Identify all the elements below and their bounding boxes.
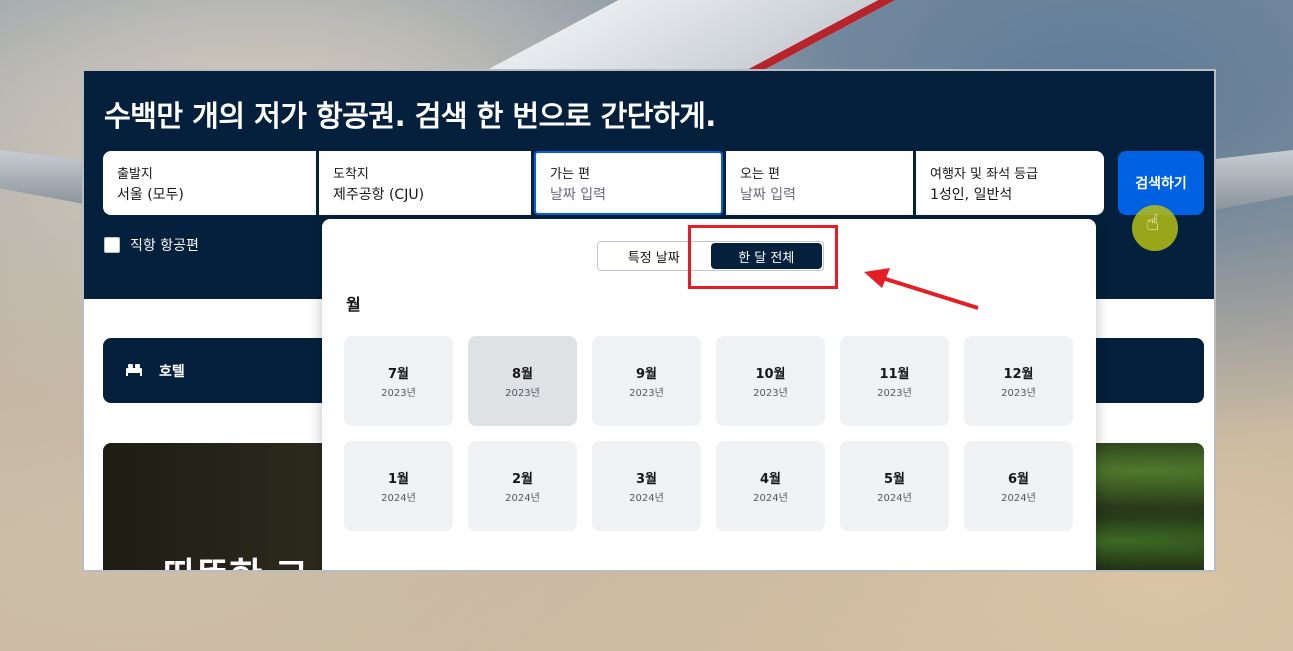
direct-flights-option[interactable]: 직항 항공편 (104, 235, 199, 255)
month-name: 2월 (511, 472, 533, 487)
month-name: 3월 (635, 472, 657, 487)
month-name: 8월 (511, 367, 533, 382)
month-cell[interactable]: 12월 2023년 (964, 336, 1073, 426)
return-label: 오는 편 (740, 167, 781, 182)
month-name: 4월 (759, 472, 781, 487)
page-title: 수백만 개의 저가 항공권. 검색 한 번으로 간단하게. (104, 99, 716, 133)
month-cell[interactable]: 9월 2023년 (592, 336, 701, 426)
month-cell[interactable]: 3월 2024년 (592, 441, 701, 531)
hotel-label: 호텔 (159, 363, 185, 380)
month-name: 7월 (387, 367, 409, 382)
month-name: 9월 (635, 367, 657, 382)
month-cell[interactable]: 11월 2023년 (840, 336, 949, 426)
month-name: 6월 (1007, 472, 1029, 487)
month-year: 2023년 (381, 388, 416, 399)
return-placeholder: 날짜 입력 (740, 187, 796, 203)
destination-value: 제주공항 (CJU) (333, 187, 425, 203)
travellers-value: 1성인, 일반석 (930, 187, 1013, 203)
origin-label: 출발지 (117, 167, 153, 182)
month-name: 11월 (879, 367, 910, 382)
month-year: 2023년 (505, 388, 540, 399)
screenshot-frame: 수백만 개의 저가 항공권. 검색 한 번으로 간단하게. 출발지 서울 (모두… (82, 69, 1216, 572)
origin-value: 서울 (모두) (117, 187, 184, 203)
origin-field[interactable]: 출발지 서울 (모두) (103, 151, 316, 215)
month-year: 2024년 (877, 493, 912, 504)
month-cell[interactable]: 1월 2024년 (344, 441, 453, 531)
month-name: 10월 (755, 367, 786, 382)
depart-placeholder: 날짜 입력 (550, 187, 606, 203)
depart-date-field[interactable]: 가는 편 날짜 입력 (534, 151, 723, 215)
month-cell[interactable]: 6월 2024년 (964, 441, 1073, 531)
month-cell[interactable]: 7월 2023년 (344, 336, 453, 426)
month-cell-selected[interactable]: 8월 2023년 (468, 336, 577, 426)
promo-title: 따뜻한 고 (163, 547, 308, 570)
month-year: 2024년 (753, 493, 788, 504)
direct-flights-checkbox[interactable] (104, 237, 120, 253)
annotation-highlight-box (688, 225, 838, 289)
bed-icon (125, 361, 143, 380)
month-year: 2024년 (629, 493, 664, 504)
destination-field[interactable]: 도착지 제주공항 (CJU) (319, 151, 531, 215)
month-cell[interactable]: 2월 2024년 (468, 441, 577, 531)
airplane-wing-right (1215, 150, 1293, 210)
month-grid: 7월 2023년 8월 2023년 9월 2023년 10월 2023년 11월 2023… (344, 336, 1073, 531)
month-year: 2024년 (381, 493, 416, 504)
month-year: 2023년 (1001, 388, 1036, 399)
month-section-title: 월 (346, 295, 361, 314)
month-year: 2024년 (505, 493, 540, 504)
airplane-wing-left (0, 150, 90, 205)
direct-flights-label: 직항 항공편 (130, 238, 199, 254)
month-name: 1월 (387, 472, 409, 487)
travellers-label: 여행자 및 좌석 등급 (930, 167, 1039, 182)
month-cell[interactable]: 5월 2024년 (840, 441, 949, 531)
month-year: 2023년 (877, 388, 912, 399)
month-cell[interactable]: 10월 2023년 (716, 336, 825, 426)
month-year: 2023년 (753, 388, 788, 399)
month-year: 2023년 (629, 388, 664, 399)
travellers-field[interactable]: 여행자 및 좌석 등급 1성인, 일반석 (916, 151, 1104, 215)
return-date-field[interactable]: 오는 편 날짜 입력 (726, 151, 913, 215)
annotation-arrow-icon (864, 268, 979, 310)
month-name: 12월 (1003, 367, 1034, 382)
hand-cursor-icon: ☝ (1146, 211, 1160, 236)
depart-label: 가는 편 (550, 167, 591, 182)
month-name: 5월 (883, 472, 905, 487)
destination-label: 도착지 (333, 167, 369, 182)
month-cell[interactable]: 4월 2024년 (716, 441, 825, 531)
month-year: 2024년 (1001, 493, 1036, 504)
